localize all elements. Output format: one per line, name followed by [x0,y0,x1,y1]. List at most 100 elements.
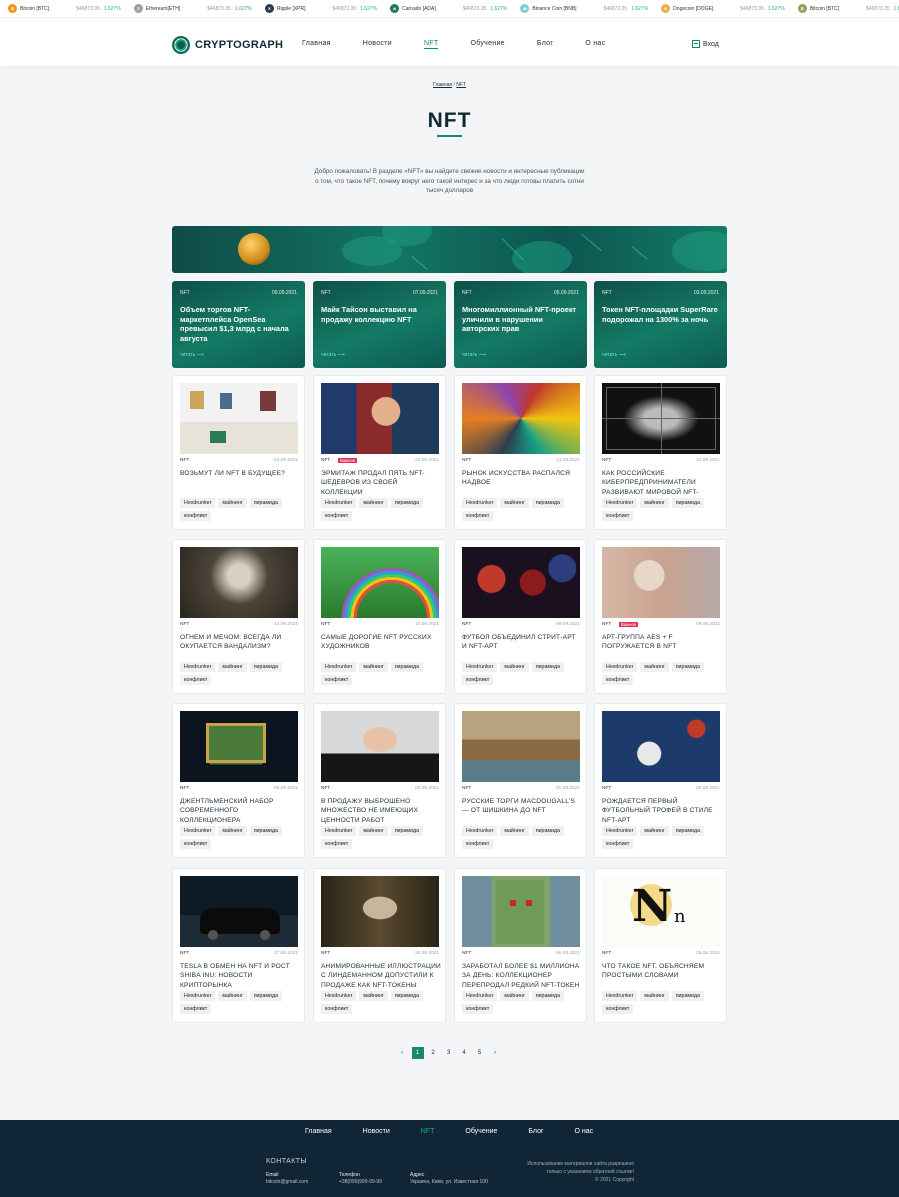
tag-chip[interactable]: майнинг [640,662,669,672]
article-image[interactable] [462,547,580,618]
tag-chip[interactable]: пирамида [390,826,424,836]
prev-page-icon[interactable]: ‹ [396,1047,408,1059]
card-title[interactable]: Анимированные иллюстрации с Линдеманном … [321,962,441,990]
article-image[interactable] [602,547,720,618]
nav-blog[interactable]: Блог [537,40,553,49]
article-image[interactable] [462,383,580,454]
tag-chip[interactable]: конфликт [321,511,353,521]
news-card[interactable]: NFT 10.09.2021 Самые дорогие NFT русских х… [313,539,446,694]
read-more-link[interactable]: читать ⟶ [180,352,204,358]
featured-title[interactable]: Многомиллионный NFT-проект уличили в нар… [462,305,579,334]
tag-chip[interactable]: пирамида [390,991,424,1001]
email-value[interactable]: bitcoin@gmail.com [266,1179,308,1186]
tag-chip[interactable]: Hexdrunker [321,498,357,508]
card-title[interactable]: Огнем и мечом: всегда ли окупается ванда… [180,633,300,652]
footer-nav-home[interactable]: Главная [305,1128,332,1135]
news-card[interactable]: NFT 26.08.2021 Заработал более $1 миллиона… [454,868,587,1023]
nav-about[interactable]: О нас [585,40,605,49]
article-image[interactable] [180,711,298,782]
card-title[interactable]: Арт-группа AES + F погружается в NFT [602,633,722,652]
article-image[interactable] [180,876,298,947]
tag-chip[interactable]: пирамида [531,498,565,508]
ticker-item[interactable]: ✕ Ripple [XPR] $46873.35 1.627% [264,4,377,13]
footer-nav-learning[interactable]: Обучение [465,1128,497,1135]
tag-chip[interactable]: Hexdrunker [462,662,498,672]
card-title[interactable]: Русские торги MacDougall’s — от Шишкина … [462,797,582,816]
nav-news[interactable]: Новости [363,40,392,49]
news-card[interactable]: NFT Важное 20.09.2021 Эрмитаж продал пять N… [313,375,446,530]
tag-chip[interactable]: Hexdrunker [602,662,638,672]
tag-chip[interactable]: майнинг [359,826,388,836]
page-2[interactable]: 2 [427,1047,439,1059]
article-image[interactable] [321,876,439,947]
news-card[interactable]: NFT 29.08.2021 Рождается первый футбольный… [594,703,727,858]
nav-learning[interactable]: Обучение [470,40,504,49]
tag-chip[interactable]: майнинг [359,662,388,672]
tag-chip[interactable]: пирамида [249,498,283,508]
tag-chip[interactable]: конфликт [321,1004,353,1014]
news-card[interactable]: NFT 26.08.2021 Анимированные иллюстрации с… [313,868,446,1023]
page-5[interactable]: 5 [474,1047,486,1059]
tag-chip[interactable]: майнинг [640,498,669,508]
card-title[interactable]: Возьмут ли NFT в будущее? [180,469,300,478]
tag-chip[interactable]: майнинг [218,826,247,836]
tag-chip[interactable]: пирамида [671,991,705,1001]
card-title[interactable]: В продажу выброшено множество не имеющих… [321,797,441,825]
tag-chip[interactable]: майнинг [359,498,388,508]
read-more-link[interactable]: читать ⟶ [462,352,486,358]
featured-title[interactable]: Объем торгов NFT-маркетплейса OpenSea пр… [180,305,297,343]
news-card[interactable]: NFT 27.08.2021 Tesla в обмен на NFT и рост… [172,868,305,1023]
article-image[interactable] [462,876,580,947]
tag-chip[interactable]: конфликт [602,511,634,521]
tag-chip[interactable]: майнинг [359,991,388,1001]
footer-nav-nft[interactable]: NFT [421,1128,435,1135]
card-title[interactable]: Футбол объединил стрит-арт и NFT-арт [462,633,582,652]
ticker-item[interactable]: ₳ Carnado [ADA] $46873.35 1.627% [390,4,507,13]
tag-chip[interactable]: конфликт [462,511,494,521]
nav-nft[interactable]: NFT [423,40,439,49]
card-title[interactable]: Tesla в обмен на NFT и рост Shiba Inu: н… [180,962,300,990]
news-card[interactable]: NFT 03.09.2021 В продажу выброшено множест… [313,703,446,858]
card-title[interactable]: Заработал более $1 миллиона за день: кол… [462,962,582,990]
logo[interactable]: CRYPTOGRAPH [172,36,283,54]
article-image[interactable] [602,711,720,782]
tag-chip[interactable]: майнинг [500,826,529,836]
card-title[interactable]: Рынок искусства распался надвое [462,469,582,488]
page-4[interactable]: 4 [458,1047,470,1059]
login-button[interactable]: Вход [692,40,719,48]
tag-chip[interactable]: Hexdrunker [462,498,498,508]
ticker-item[interactable]: ₿Bitcoin [BTC] $46873.351.627% [797,4,899,13]
read-more-link[interactable]: читать ⟶ [602,352,626,358]
tag-chip[interactable]: Hexdrunker [180,662,216,672]
tag-chip[interactable]: конфликт [462,1004,494,1014]
tag-chip[interactable]: пирамида [671,498,705,508]
tag-chip[interactable]: майнинг [640,826,669,836]
tag-chip[interactable]: конфликт [180,511,212,521]
tag-chip[interactable]: Hexdrunker [602,498,638,508]
tag-chip[interactable]: Hexdrunker [602,826,638,836]
tag-chip[interactable]: майнинг [218,662,247,672]
news-card[interactable]: NFT 23.09.2021 Возьмут ли NFT в будущее? He… [172,375,305,530]
tag-chip[interactable]: Hexdrunker [602,991,638,1001]
tag-chip[interactable]: конфликт [462,839,494,849]
tag-chip[interactable]: майнинг [218,498,247,508]
tag-chip[interactable]: пирамида [249,991,283,1001]
phone-value[interactable]: +38(099)999-99-99 [339,1179,382,1186]
card-title[interactable]: Эрмитаж продал пять NFT-шедевров из свое… [321,469,441,497]
tag-chip[interactable]: конфликт [180,1004,212,1014]
card-title[interactable]: Рождается первый футбольный трофей в сти… [602,797,722,825]
page-1[interactable]: 1 [411,1047,424,1059]
article-image[interactable] [180,383,298,454]
tag-chip[interactable]: конфликт [462,675,494,685]
article-image[interactable] [321,711,439,782]
tag-chip[interactable]: конфликт [602,839,634,849]
read-more-link[interactable]: читать ⟶ [321,352,345,358]
news-card[interactable]: Nn NFT 25.08.2021 Что такое NFT. Объясняем … [594,868,727,1023]
news-card[interactable]: NFT 10.09.2021 Как российские киберпредпри… [594,375,727,530]
news-card[interactable]: NFT 09.09.2021 Футбол объединил стрит-арт … [454,539,587,694]
article-image[interactable]: Nn [602,876,720,947]
tag-chip[interactable]: майнинг [218,991,247,1001]
nav-home[interactable]: Главная [302,40,331,49]
footer-nav-news[interactable]: Новости [363,1128,390,1135]
tag-chip[interactable]: майнинг [500,991,529,1001]
